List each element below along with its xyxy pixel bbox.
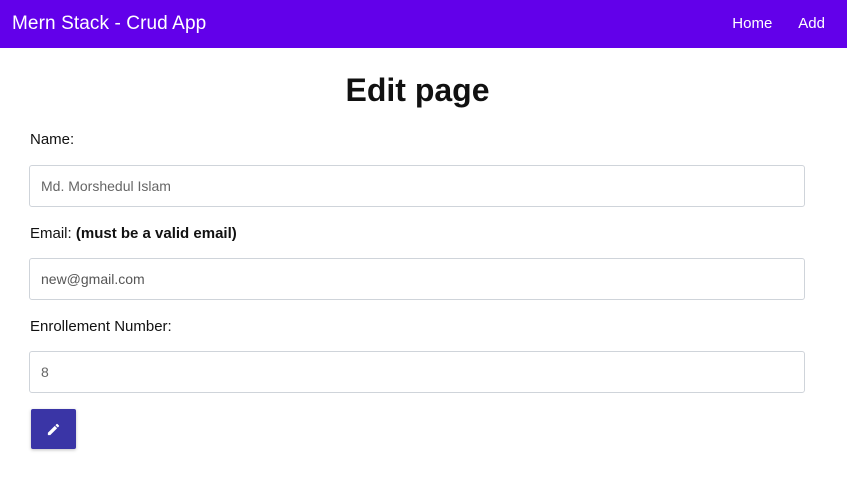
- nav-link-add[interactable]: Add: [798, 14, 825, 34]
- nav-link-home[interactable]: Home: [732, 14, 772, 34]
- edit-submit-button[interactable]: [31, 409, 76, 449]
- enrollment-label: Enrollement Number:: [30, 318, 172, 335]
- email-hint: (must be a valid email): [75, 225, 237, 242]
- pencil-icon: [47, 423, 60, 436]
- name-label: Name:: [30, 131, 75, 148]
- enrollment-number-input[interactable]: [29, 351, 805, 393]
- nav-links: Home Add: [732, 14, 825, 34]
- page-title: Edit page: [345, 72, 490, 108]
- email-input[interactable]: [29, 258, 805, 300]
- email-label: Email:: [30, 225, 72, 242]
- app-brand[interactable]: Mern Stack - Crud App: [12, 12, 206, 36]
- name-input[interactable]: [29, 165, 805, 207]
- email-label-row: Email: (must be a valid email): [30, 224, 237, 244]
- top-navbar: Mern Stack - Crud App Home Add: [0, 0, 847, 48]
